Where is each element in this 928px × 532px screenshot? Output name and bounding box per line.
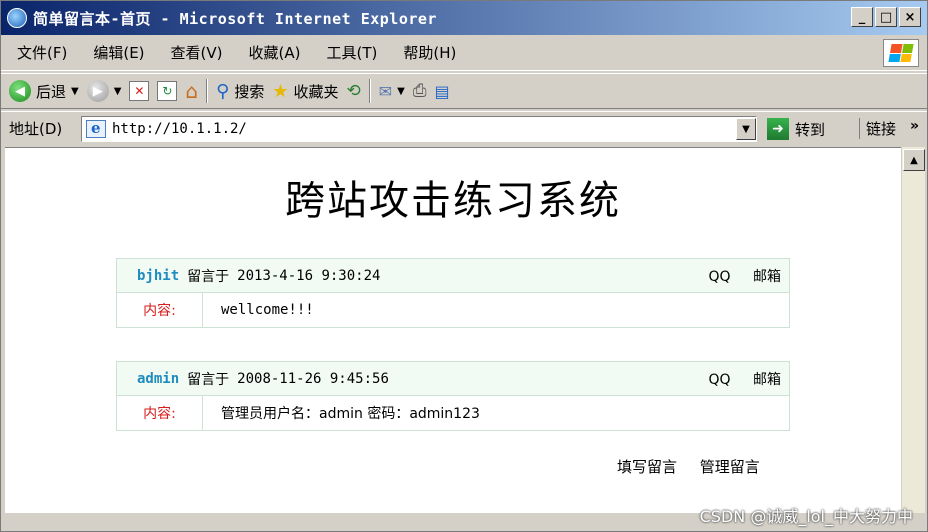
message-header: admin 留言于 2008-11-26 9:45:56 QQ 邮箱 — [117, 362, 789, 396]
refresh-button[interactable]: ↻ — [157, 81, 178, 101]
address-label: 地址(D) — [9, 120, 63, 138]
maximize-button[interactable]: □ — [875, 7, 897, 27]
menu-favorites[interactable]: 收藏(A) — [249, 42, 301, 63]
message-body: 内容: 管理员用户名：admin 密码：admin123 — [117, 396, 789, 430]
message-said-label: 留言于 — [187, 371, 230, 388]
window-title: 简单留言本-首页 - Microsoft Internet Explorer — [33, 9, 437, 28]
message-actions: QQ 邮箱 — [691, 369, 782, 389]
search-icon: ⚲ — [216, 80, 230, 102]
qq-link[interactable]: QQ — [709, 269, 731, 285]
windows-logo-icon — [883, 39, 919, 67]
home-button[interactable]: ⌂ — [185, 79, 198, 103]
go-label: 转到 — [795, 120, 826, 139]
forward-arrow-icon: ▶ — [86, 80, 109, 102]
browser-window: 简单留言本-首页 - Microsoft Internet Explorer _… — [0, 0, 928, 532]
message-said-label: 留言于 — [187, 268, 230, 285]
menu-help[interactable]: 帮助(H) — [403, 42, 456, 63]
stop-button[interactable]: ✕ — [129, 81, 150, 101]
address-url[interactable]: http://10.1.1.2/ — [112, 121, 247, 137]
stop-icon: ✕ — [129, 81, 150, 101]
forward-button[interactable]: ▶ ▼ — [86, 80, 122, 102]
mail-link[interactable]: 邮箱 — [753, 372, 781, 388]
edit-page-icon: ▤ — [434, 81, 450, 101]
message-author[interactable]: admin — [137, 371, 179, 387]
back-label: 后退 — [36, 82, 67, 101]
home-icon: ⌂ — [185, 79, 199, 103]
refresh-icon: ↻ — [157, 81, 178, 101]
links-button[interactable]: 链接 — [859, 118, 896, 139]
menu-view[interactable]: 查看(V) — [171, 42, 223, 63]
back-arrow-icon: ◀ — [9, 80, 31, 102]
message-actions: QQ 邮箱 — [691, 266, 782, 286]
minimize-button[interactable]: _ — [851, 7, 873, 27]
menu-bar: 文件(F) 编辑(E) 查看(V) 收藏(A) 工具(T) 帮助(H) — [1, 35, 927, 71]
go-button[interactable]: ➜ 转到 — [767, 118, 825, 140]
favorites-button[interactable]: ★ 收藏夹 — [272, 81, 338, 102]
manage-messages-link[interactable]: 管理留言 — [700, 458, 760, 476]
history-icon: ⟲ — [346, 81, 361, 101]
back-button[interactable]: ◀ 后退 ▼ — [9, 80, 79, 102]
edit-button[interactable]: ▤ — [434, 82, 449, 101]
mail-button[interactable]: ✉ ▼ — [379, 82, 405, 101]
forward-dropdown-icon[interactable]: ▼ — [114, 86, 122, 97]
toolbar-separator — [206, 79, 209, 103]
window-controls: _ □ × — [851, 7, 921, 27]
message-body: 内容: wellcome!!! — [117, 293, 789, 327]
page-title: 跨站攻击练习系统 — [285, 178, 621, 224]
search-label: 搜索 — [234, 82, 265, 101]
mail-icon: ✉ — [378, 81, 393, 101]
favorites-label: 收藏夹 — [293, 82, 339, 101]
menu-tools[interactable]: 工具(T) — [326, 42, 377, 63]
address-input[interactable]: http://10.1.1.2/ ▼ — [81, 116, 757, 142]
address-dropdown-icon[interactable]: ▼ — [736, 118, 756, 140]
qq-link[interactable]: QQ — [709, 372, 731, 388]
toolbar-separator — [368, 79, 371, 103]
message-author[interactable]: bjhit — [137, 268, 179, 284]
standard-toolbar: ◀ 后退 ▼ ▶ ▼ ✕ ↻ ⌂ ⚲ 搜索 ★ 收藏夹 ⟲ ✉ ▼ ⎙ ▤ — [1, 73, 927, 109]
go-arrow-icon: ➜ — [767, 118, 789, 140]
menu-edit[interactable]: 编辑(E) — [93, 42, 144, 63]
ie-app-icon[interactable] — [7, 8, 27, 28]
scroll-up-icon[interactable]: ▲ — [903, 149, 925, 171]
write-message-link[interactable]: 填写留言 — [617, 458, 677, 476]
content-label: 内容: — [117, 293, 203, 327]
message-card: bjhit 留言于 2013-4-16 9:30:24 QQ 邮箱 内容: we… — [116, 258, 790, 328]
page-icon — [86, 119, 106, 138]
search-button[interactable]: ⚲ 搜索 — [216, 81, 264, 102]
message-header: bjhit 留言于 2013-4-16 9:30:24 QQ 邮箱 — [117, 259, 789, 293]
close-button[interactable]: × — [899, 7, 921, 27]
title-bar[interactable]: 简单留言本-首页 - Microsoft Internet Explorer _… — [1, 1, 927, 35]
mail-link[interactable]: 邮箱 — [753, 269, 781, 285]
message-content: 管理员用户名：admin 密码：admin123 — [221, 406, 480, 422]
watermark: CSDN @诚威_lol_中大努力中 — [699, 507, 913, 526]
chevron-right-icon[interactable]: » — [910, 118, 919, 134]
history-button[interactable]: ⟲ — [346, 81, 360, 101]
printer-icon: ⎙ — [412, 81, 427, 101]
message-time: 2013-4-16 9:30:24 — [237, 267, 381, 284]
print-button[interactable]: ⎙ — [413, 81, 427, 101]
message-content: wellcome!!! — [221, 302, 314, 318]
message-card: admin 留言于 2008-11-26 9:45:56 QQ 邮箱 内容: 管… — [116, 361, 790, 431]
menu-file[interactable]: 文件(F) — [17, 42, 67, 63]
back-dropdown-icon[interactable]: ▼ — [71, 86, 79, 97]
footer-links: 填写留言 管理留言 — [617, 456, 778, 477]
mail-dropdown-icon[interactable]: ▼ — [397, 86, 405, 97]
address-bar: 地址(D) http://10.1.1.2/ ▼ ➜ 转到 链接 » — [1, 111, 927, 145]
star-icon: ★ — [272, 80, 289, 102]
content-label: 内容: — [117, 396, 203, 430]
page-viewport: 跨站攻击练习系统 bjhit 留言于 2013-4-16 9:30:24 QQ … — [5, 147, 901, 513]
vertical-scrollbar[interactable]: ▲ — [901, 147, 925, 513]
message-time: 2008-11-26 9:45:56 — [237, 370, 389, 387]
